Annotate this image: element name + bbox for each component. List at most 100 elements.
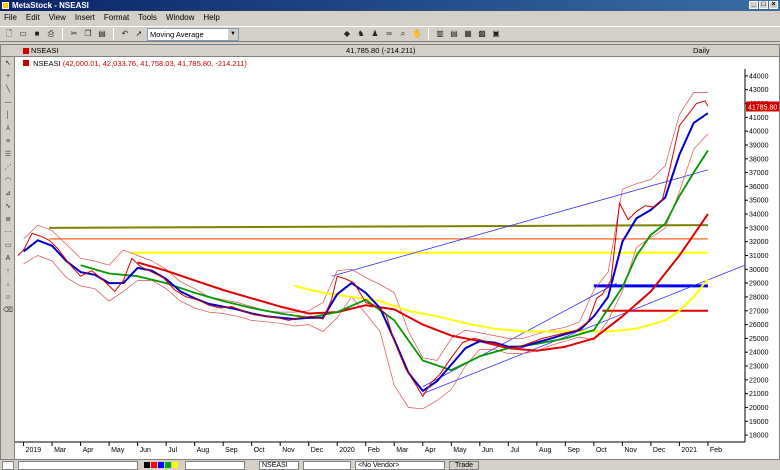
maximize-button[interactable]: □: [759, 1, 768, 9]
speed-lines-icon[interactable]: ⋯: [1, 226, 15, 239]
print-icon[interactable]: ⎙: [45, 28, 57, 40]
price-chart[interactable]: 18000 19000 20000 21000 22000 23000 24000 25000…: [15, 69, 779, 460]
x-tick-label: Dec: [311, 447, 324, 454]
paste-icon[interactable]: ▤: [96, 28, 108, 40]
status-vendor-box[interactable]: <No Vendor>: [355, 460, 445, 470]
y-tick-label: 36000: [749, 184, 769, 191]
symbol-tool-icon[interactable]: ☺: [1, 291, 15, 304]
line-style-box[interactable]: [185, 460, 245, 470]
x-tick-label: Feb: [368, 447, 380, 454]
x-tick-label: Aug: [197, 447, 210, 454]
status-scrollbar[interactable]: [18, 460, 138, 470]
last-price-label: 41785.80: [748, 104, 777, 111]
save-icon[interactable]: ■: [31, 28, 43, 40]
y-tick-label: 31000: [749, 253, 769, 260]
buy-arrow-icon[interactable]: ↑: [1, 265, 15, 278]
indicator-select[interactable]: Moving Average ▼: [147, 27, 239, 41]
color-swatch[interactable]: [158, 462, 164, 468]
pointer-tool-icon[interactable]: ↖: [1, 57, 15, 70]
color-swatch[interactable]: [151, 462, 157, 468]
close-chart-icon[interactable]: ▣: [490, 28, 502, 40]
x-tick-label: Feb: [710, 447, 722, 454]
menu-file[interactable]: File: [4, 13, 17, 22]
fib-zone-icon[interactable]: ≣: [1, 213, 15, 226]
x-tick-label: Jul: [510, 447, 519, 454]
fib-tool-icon[interactable]: ☰: [1, 148, 15, 161]
x-tick-label: Apr: [83, 447, 95, 454]
x-tick-label: Jun: [140, 447, 151, 454]
find-icon[interactable]: ⌕: [397, 28, 409, 40]
y-tick-label: 35000: [749, 198, 769, 205]
status-symbol-box[interactable]: NSEASI: [259, 460, 299, 470]
hand-icon[interactable]: ✋: [411, 28, 423, 40]
grid-icon[interactable]: ▩: [476, 28, 488, 40]
cycle-tool-icon[interactable]: ∿: [1, 200, 15, 213]
minimize-button[interactable]: _: [749, 1, 758, 9]
copy-icon[interactable]: ❐: [82, 28, 94, 40]
menu-view[interactable]: View: [49, 13, 66, 22]
down-icon[interactable]: ◆: [341, 28, 353, 40]
open-icon[interactable]: ▭: [17, 28, 29, 40]
x-tick-label: Sep: [225, 447, 238, 454]
tile-vert-icon[interactable]: ▤: [448, 28, 460, 40]
color-palette[interactable]: [142, 461, 181, 470]
chart-period: Daily: [693, 46, 710, 55]
color-swatch[interactable]: [172, 462, 178, 468]
y-tick-label: 39000: [749, 142, 769, 149]
series-band-lower: [23, 133, 709, 410]
color-swatch[interactable]: [165, 462, 171, 468]
x-tick-label: Mar: [396, 447, 409, 454]
menu-edit[interactable]: Edit: [26, 13, 40, 22]
sell-arrow-icon[interactable]: ↓: [1, 278, 15, 291]
menu-window[interactable]: Window: [166, 13, 194, 22]
channel-tool-icon[interactable]: ≡: [1, 135, 15, 148]
undo-icon[interactable]: ↶: [119, 28, 131, 40]
chart-doc-icon: [23, 48, 29, 54]
fan-tool-icon[interactable]: ⋰: [1, 161, 15, 174]
menu-format[interactable]: Format: [104, 13, 129, 22]
y-tick-label: 40000: [749, 129, 769, 136]
x-tick-label: Mar: [54, 447, 67, 454]
cut-icon[interactable]: ✂: [68, 28, 80, 40]
chart-legend: NSEASI (42,000.01, 42,033.76, 41,758.03,…: [23, 59, 247, 68]
x-tick-label: Oct: [254, 447, 265, 454]
x-tick-label: 2021: [681, 447, 697, 454]
menu-bar: File Edit View Insert Format Tools Windo…: [0, 11, 780, 24]
arc-tool-icon[interactable]: ◠: [1, 174, 15, 187]
pointer-icon[interactable]: ➚: [133, 28, 145, 40]
status-scroll-left[interactable]: [2, 460, 14, 470]
cross-tool-icon[interactable]: +: [1, 70, 15, 83]
text-tool-icon[interactable]: A: [1, 252, 15, 265]
bear-icon[interactable]: ♟: [369, 28, 381, 40]
x-tick-label: Jul: [168, 447, 177, 454]
trade-button[interactable]: Trade: [449, 460, 479, 470]
window-controls: _ □ ×: [749, 1, 778, 9]
menu-tools[interactable]: Tools: [138, 13, 157, 22]
gann-tool-icon[interactable]: ⊿: [1, 187, 15, 200]
color-swatch[interactable]: [144, 462, 150, 468]
menu-insert[interactable]: Insert: [75, 13, 95, 22]
hline-tool-icon[interactable]: —: [1, 96, 15, 109]
chevron-down-icon[interactable]: ▼: [228, 28, 238, 40]
y-tick-label: 29000: [749, 281, 769, 288]
trendline-tool-icon[interactable]: ╲: [1, 83, 15, 96]
legend-values: (42,000.01, 42,033.76, 41,758.03, 41,785…: [62, 59, 247, 68]
metastock-logo-icon: [2, 2, 9, 9]
y-tick-label: 21000: [749, 391, 769, 398]
series-nseasi: [17, 100, 709, 397]
level-line-olive: [49, 224, 708, 229]
raff-tool-icon[interactable]: ▭: [1, 239, 15, 252]
new-icon[interactable]: 🗋: [3, 28, 15, 40]
bull-icon[interactable]: ♞: [355, 28, 367, 40]
status-blank-box[interactable]: [303, 460, 351, 470]
vline-tool-icon[interactable]: │: [1, 109, 15, 122]
cascade-icon[interactable]: ▦: [462, 28, 474, 40]
binoculars-icon[interactable]: ∞: [383, 28, 395, 40]
close-button[interactable]: ×: [769, 1, 778, 9]
chart-titlebar: NSEASI 41,785.80 (-214.211) Daily: [1, 45, 779, 57]
fork-tool-icon[interactable]: ⅄: [1, 122, 15, 135]
y-tick-label: 32000: [749, 239, 769, 246]
menu-help[interactable]: Help: [203, 13, 219, 22]
eraser-tool-icon[interactable]: ⌫: [1, 304, 15, 317]
tile-horiz-icon[interactable]: ▥: [434, 28, 446, 40]
